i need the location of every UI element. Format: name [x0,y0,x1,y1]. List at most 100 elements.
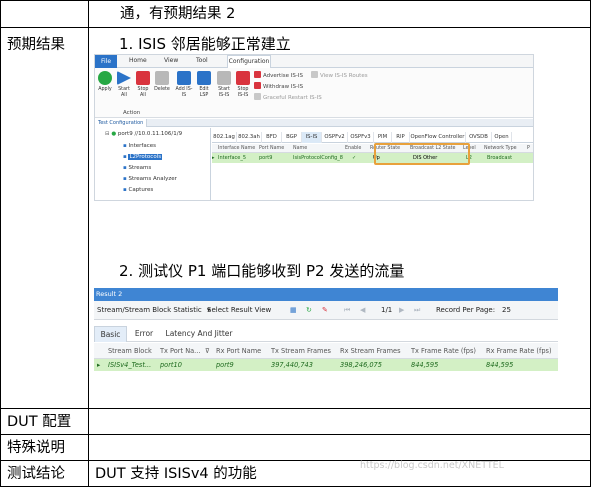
table-row-divider [0,408,591,409]
cell-stream-block: ISISv4_Test... [108,361,152,369]
last-page-icon[interactable]: ⏭ [414,301,420,320]
col-enable[interactable]: Enable [345,144,361,153]
menu-file[interactable]: File [95,55,117,68]
start-all-button[interactable]: Start All [115,71,133,98]
result-tabs: Basic Error Latency And Jitter [94,320,558,342]
watermark: https://blog.csdn.net/XNETTEL [360,460,504,471]
cell-tx-frame-rate: 844,595 [411,361,439,369]
test-conclusion-text: DUT 支持 ISISv4 的功能 [95,466,257,482]
next-page-icon[interactable]: ▶ [399,301,404,320]
cell-rx-frame-rate: 844,595 [486,361,514,369]
grid-header: Interface Name Port Name Name Enable Rou… [212,144,533,153]
stop-icon [136,71,150,85]
view-isis-routes-button[interactable]: View IS-IS Routes [311,71,368,79]
result-grid-header: Stream Block Tx Port Na... ⊽ Rx Port Nam… [94,343,558,359]
action-group-label: Action [123,110,141,116]
apply-button[interactable]: Apply [96,71,114,93]
stop-isis-icon [236,71,250,85]
tab-8021ag[interactable]: 802.1ag [212,132,237,143]
tab-bgp[interactable]: BGP [282,132,302,143]
apply-icon [98,71,112,85]
add-isis-icon [177,71,191,85]
cell-port-name: port9 [259,155,273,161]
tab-rip[interactable]: RIP [392,132,410,143]
graceful-restart-button[interactable]: Graceful Restart IS-IS [254,93,322,101]
tree-captures[interactable]: ▪ Captures [123,187,153,193]
stop-all-button[interactable]: Stop All [134,71,152,98]
play-icon [117,71,131,85]
tab-open[interactable]: Open [492,132,512,143]
first-page-icon[interactable]: ⏮ [344,301,350,320]
page-indicator: 1/1 [381,306,393,314]
dropdown-arrow-icon: ▾ [207,306,211,314]
result-title: Result 2 [94,288,558,301]
menu-tool[interactable]: Tool [196,57,208,64]
col-tx-frame-rate[interactable]: Tx Frame Rate (fps) [411,343,476,359]
cell-interface-name: Interface_5 [218,155,247,161]
dut-config-label: DUT 配置 [7,414,72,430]
table-row[interactable]: ▸ Interface_5 port9 IsisProtocolConfig_8… [212,153,533,163]
tab-ospfv3[interactable]: OSPFv3 [348,132,374,143]
tab-basic[interactable]: Basic [94,326,127,342]
tab-pim[interactable]: PIM [374,132,392,143]
refresh-icon[interactable]: ↻ [306,301,312,320]
isis-config-screenshot: File Home View Tool Configuration Apply … [94,54,534,201]
clear-icon[interactable]: ✎ [322,301,328,320]
menu-home[interactable]: Home [129,57,147,64]
cell-tx-port-name: port10 [160,361,182,369]
add-isis-button[interactable]: Add IS-IS [175,71,193,98]
col-p[interactable]: P [527,144,530,153]
tab-ospfv2[interactable]: OSPFv2 [322,132,348,143]
tab-bfd[interactable]: BFD [262,132,282,143]
tree-l2protocols[interactable]: ▪ L2Protocols [123,154,163,160]
protocol-tabs: 802.1ag 802.3ah BFD BGP IS-IS OSPFv2 OSP… [212,132,533,143]
tree-streams-analyzer[interactable]: ▪ Streams Analyzer [123,176,177,182]
cell-rx-port-name: port9 [216,361,234,369]
col-rx-port-name[interactable]: Rx Port Name [216,343,261,359]
export-icon[interactable]: ▦ [290,301,297,320]
tab-openflow-controller[interactable]: OpenFlow Controller [410,132,466,143]
result-toolbar: Stream/Stream Block Statistic Select Res… [94,301,558,320]
expected-result-label: 预期结果 [7,37,65,53]
advertise-isis-button[interactable]: Advertise IS-IS [254,71,303,79]
menu-configuration[interactable]: Configuration [227,55,271,68]
special-note-label: 特殊说明 [7,440,65,456]
edit-lsp-button[interactable]: Edit LSP [195,71,213,98]
col-stream-block[interactable]: Stream Block [108,343,152,359]
delete-icon [155,71,169,85]
col-network-type[interactable]: Network Type [484,144,517,153]
record-per-page-input[interactable]: 25 [502,301,511,320]
tree-port9[interactable]: ⊟ ● port9 //10.0.11.106/1/9 [105,131,182,137]
record-per-page-label: Record Per Page: [436,306,496,314]
stop-isis-button[interactable]: Stop IS-IS [234,71,252,98]
tab-test-configuration[interactable]: Test Configuration [95,119,148,127]
withdraw-isis-button[interactable]: Withdraw IS-IS [254,82,303,90]
col-name[interactable]: Name [293,144,307,153]
step2-text: 2. 测试仪 P1 端口能够收到 P2 发送的流量 [119,262,405,280]
tree-streams[interactable]: ▪ Streams [123,165,151,171]
cell-name: IsisProtocolConfig_8 [293,155,343,161]
prev-page-icon[interactable]: ◀ [360,301,365,320]
col-tx-stream-frames[interactable]: Tx Stream Frames [271,343,331,359]
col-rx-stream-frames[interactable]: Rx Stream Frames [340,343,401,359]
tab-latency-jitter[interactable]: Latency And Jitter [162,326,236,342]
tab-ovsdb[interactable]: OVSDB [466,132,492,143]
table-row[interactable]: ▸ ISISv4_Test... port10 port9 397,440,74… [94,359,558,371]
ribbon: Apply Start All Stop All Delete Add IS-I… [95,68,533,118]
enable-check-icon[interactable]: ✓ [352,153,356,163]
filter-icon[interactable]: ⊽ [205,343,210,359]
tree-interfaces[interactable]: ▪ Interfaces [123,143,156,149]
tab-isis[interactable]: IS-IS [302,132,322,143]
col-tx-port-name[interactable]: Tx Port Na... [160,343,200,359]
tab-8023ah[interactable]: 802.3ah [237,132,262,143]
cell-rx-stream-frames: 398,246,075 [340,361,382,369]
col-interface-name[interactable]: Interface Name [218,144,255,153]
col-port-name[interactable]: Port Name [259,144,284,153]
menu-view[interactable]: View [164,57,178,64]
start-isis-button[interactable]: Start IS-IS [215,71,233,98]
edit-lsp-icon [197,71,211,85]
tab-error[interactable]: Error [129,326,159,342]
delete-button[interactable]: Delete [153,71,171,93]
col-rx-frame-rate[interactable]: Rx Frame Rate (fps) [486,343,552,359]
pane-splitter[interactable] [210,128,211,200]
